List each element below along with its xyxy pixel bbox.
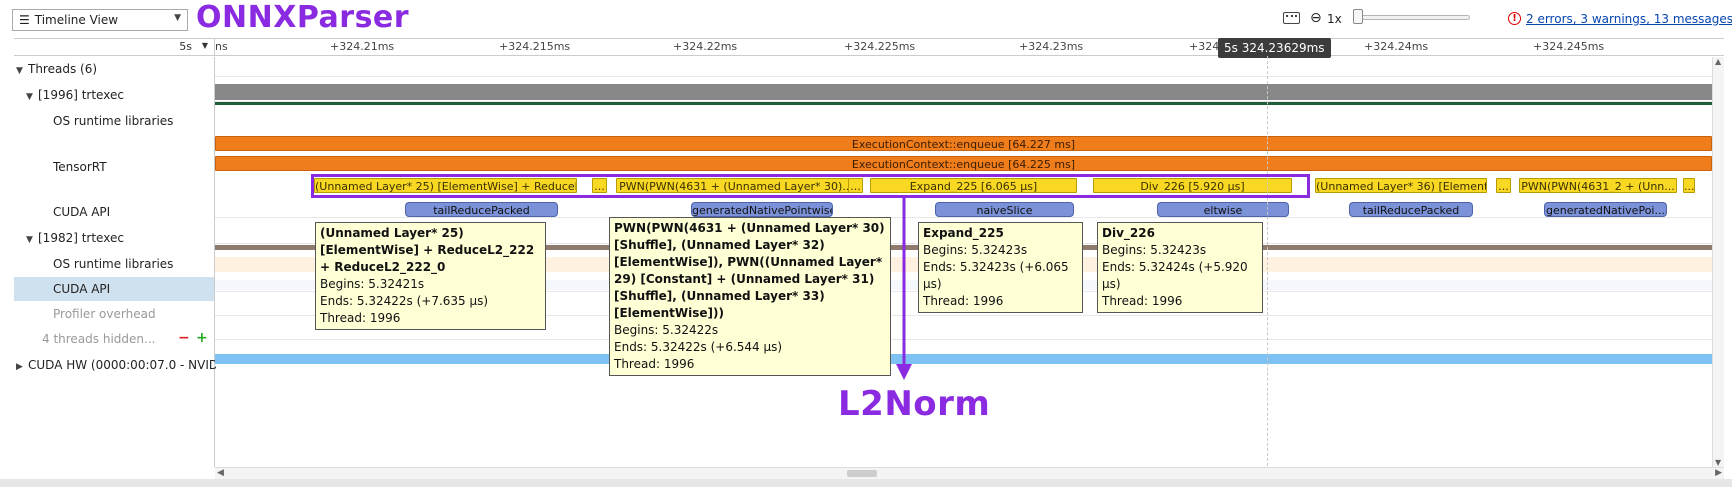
tree-label: 4 threads hidden... — [42, 332, 156, 346]
tooltip-thread: Thread: 1996 — [923, 294, 1004, 308]
tree-label: CUDA API — [53, 205, 111, 219]
tree-label: CUDA API — [53, 282, 111, 296]
chevron-down-icon[interactable]: ▼ — [26, 235, 38, 245]
menu-icon: ☰ — [19, 13, 30, 27]
vertical-scrollbar[interactable]: ▲ ▼ — [1712, 57, 1724, 467]
tooltip-title: Expand_225 — [923, 226, 1004, 240]
tree-label: Profiler overhead — [53, 307, 156, 321]
horizontal-scrollbar[interactable]: ◀ ▶ — [215, 467, 1724, 479]
row-separator — [215, 76, 1712, 77]
zoom-level: 1x — [1327, 12, 1342, 26]
tooltip-pwn4631: PWN(PWN(4631 + (Unnamed Layer* 30) [Shuf… — [609, 217, 891, 376]
annotation-l2norm: L2Norm — [838, 384, 991, 424]
tree-item-thread-1996[interactable]: ▼ [1996] trtexec — [26, 88, 226, 102]
cuda-kernel-bar[interactable]: tailReducePacked — [1349, 202, 1473, 217]
annotation-onnxparser: ONNXParser — [196, 0, 410, 35]
scroll-left-icon[interactable]: ◀ — [217, 468, 224, 478]
cuda-kernel-bar[interactable]: generatedNativePointwise — [691, 202, 833, 217]
layer-bar[interactable]: PWN(PWN(4631_2 + (Unn... — [1519, 178, 1677, 193]
tooltip-thread: Thread: 1996 — [1102, 294, 1183, 308]
chevron-down-icon[interactable]: ▼ — [26, 92, 38, 102]
row-separator — [215, 339, 1712, 340]
ruler-tick-label: +324.22ms — [673, 40, 738, 53]
ruler-tick-label: +324.23ms — [1019, 40, 1084, 53]
ruler-tick-label: +324.245ms — [1533, 40, 1605, 53]
tree-item-hidden-threads[interactable]: 4 threads hidden... − + — [42, 332, 212, 346]
tensorrt-enqueue-bar[interactable]: ExecutionContext::enqueue [64.227 ms] — [215, 136, 1712, 151]
keyboard-icon[interactable] — [1283, 12, 1300, 24]
tree-label: OS runtime libraries — [53, 114, 174, 128]
l2norm-highlight-box — [311, 174, 1310, 198]
tree-label: OS runtime libraries — [53, 257, 174, 271]
layer-bar[interactable]: (Unnamed Layer* 36) [Element... — [1315, 178, 1487, 193]
zoom-out-icon[interactable]: ⊖ — [1310, 10, 1322, 26]
tree-label: [1996] trtexec — [38, 88, 124, 102]
tooltip-thread: Thread: 1996 — [320, 311, 401, 325]
cursor-time-tooltip: 5s 324.23629ms — [1218, 38, 1331, 58]
os-runtime-activity[interactable] — [215, 102, 1712, 105]
tree-item-thread-1982[interactable]: ▼ [1982] trtexec — [26, 231, 226, 245]
tooltip-ends: Ends: 5.32423s (+6.065 µs) — [923, 260, 1069, 291]
os-runtime-activity[interactable] — [215, 84, 1712, 100]
time-ruler: 5s ▼ ns +324.21ms +324.215ms +324.22ms +… — [14, 38, 1724, 56]
tooltip-ends: Ends: 5.32422s (+7.635 µs) — [320, 294, 489, 308]
toolbar: ☰ Timeline View ▼ ONNXParser ⊖ 1x ! 2 er… — [0, 0, 1732, 38]
tooltip-title: PWN(PWN(4631 + (Unnamed Layer* 30) [Shuf… — [614, 221, 885, 320]
tooltip-begins: Begins: 5.32422s — [614, 323, 719, 337]
ruler-tick-label: +324.21ms — [330, 40, 395, 53]
scrollbar-thumb[interactable] — [847, 470, 877, 477]
cuda-kernel-bar[interactable]: tailReducePacked — [405, 202, 558, 217]
scroll-right-icon[interactable]: ▶ — [1715, 468, 1722, 478]
messages-link[interactable]: 2 errors, 3 warnings, 13 messages — [1526, 12, 1732, 26]
zoom-slider-thumb[interactable] — [1353, 9, 1363, 24]
row-separator — [215, 217, 1712, 218]
view-select[interactable]: ☰ Timeline View ▼ — [12, 9, 188, 31]
status-bar — [0, 479, 1732, 487]
tooltip-ends: Ends: 5.32424s (+5.920 µs) — [1102, 260, 1248, 291]
cuda-hw-activity[interactable] — [215, 354, 1712, 364]
thread-tree: ▼ Threads (6) ▼ [1996] trtexec OS runtime … — [14, 57, 216, 467]
tensorrt-enqueue-bar[interactable]: ExecutionContext::enqueue [64.225 ms] — [215, 156, 1712, 171]
tree-label: [1982] trtexec — [38, 231, 124, 245]
chevron-down-icon: ▼ — [201, 41, 208, 50]
tooltip-begins: Begins: 5.32423s — [923, 243, 1028, 257]
tooltip-thread: Thread: 1996 — [614, 357, 695, 371]
tree-label: CUDA HW (0000:00:07.0 - NVIDIA — [28, 358, 216, 372]
view-select-label: Timeline View — [34, 13, 119, 27]
ruler-tick-label: +324.24ms — [1364, 40, 1429, 53]
layer-bar[interactable]: ... — [1496, 178, 1511, 193]
chevron-right-icon[interactable]: ▶ — [16, 362, 28, 372]
tooltip-div: Div_226 Begins: 5.32423s Ends: 5.32424s … — [1097, 222, 1263, 313]
tooltip-begins: Begins: 5.32423s — [1102, 243, 1207, 257]
zoom-slider[interactable] — [1356, 15, 1470, 20]
scroll-down-icon[interactable]: ▼ — [1715, 458, 1721, 467]
cuda-kernel-bar[interactable]: generatedNativePoi... — [1544, 202, 1667, 217]
scroll-up-icon[interactable]: ▲ — [1715, 57, 1721, 66]
tooltip-begins: Begins: 5.32421s — [320, 277, 425, 291]
ruler-unit-selector[interactable]: 5s ▼ — [14, 39, 215, 55]
tree-item-cuda-hw[interactable]: ▶ CUDA HW (0000:00:07.0 - NVIDIA — [16, 358, 216, 372]
tooltip-title: Div_226 — [1102, 226, 1155, 240]
ruler-tick-label: +324.225ms — [844, 40, 916, 53]
tree-item-cuda-api-selected[interactable]: CUDA API — [14, 277, 214, 301]
ruler-tick-label: +324.215ms — [499, 40, 571, 53]
tooltip-ends: Ends: 5.32422s (+6.544 µs) — [614, 340, 783, 354]
cursor-line — [1267, 56, 1268, 466]
plus-icon[interactable]: + — [196, 332, 208, 346]
error-icon: ! — [1508, 12, 1521, 25]
tooltip-expand: Expand_225 Begins: 5.32423s Ends: 5.3242… — [918, 222, 1083, 313]
ruler-tick-label: ns — [215, 40, 228, 53]
chevron-down-icon: ▼ — [174, 13, 181, 23]
tooltip-layer25: (Unnamed Layer* 25) [ElementWise] + Redu… — [315, 222, 546, 330]
cuda-kernel-bar[interactable]: naiveSlice — [935, 202, 1074, 217]
ruler-unit: 5s — [179, 40, 192, 53]
cuda-kernel-bar[interactable]: eltwise — [1157, 202, 1289, 217]
chevron-down-icon[interactable]: ▼ — [16, 66, 28, 76]
layer-bar[interactable]: ... — [1683, 178, 1695, 193]
tree-label: Threads (6) — [28, 62, 98, 76]
tooltip-title: (Unnamed Layer* 25) [ElementWise] + Redu… — [320, 226, 535, 274]
minus-icon[interactable]: − — [178, 332, 190, 346]
tree-label: TensorRT — [53, 160, 107, 174]
tree-item-threads[interactable]: ▼ Threads (6) — [16, 62, 216, 76]
